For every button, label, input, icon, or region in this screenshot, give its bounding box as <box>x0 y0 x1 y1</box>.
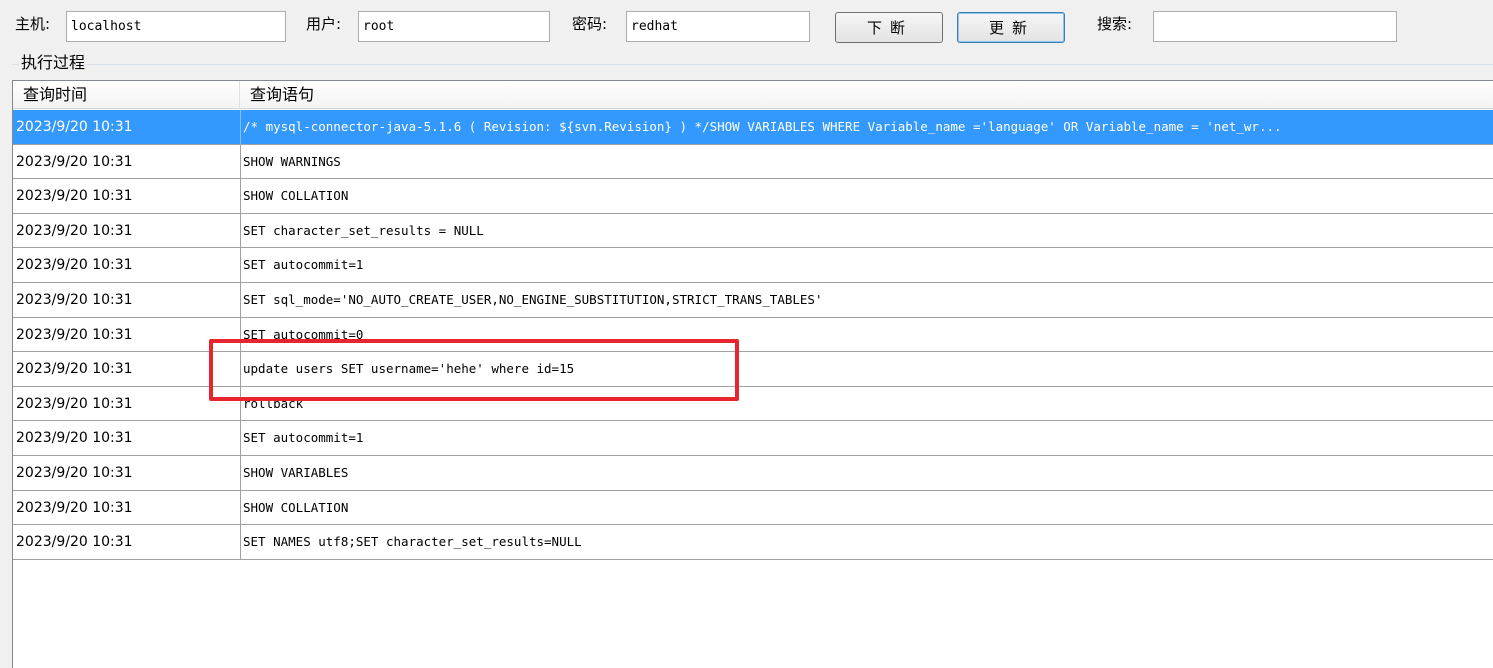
cell-sql: SET sql_mode='NO_AUTO_CREATE_USER,NO_ENG… <box>243 291 823 307</box>
table-row[interactable]: 2023/9/20 10:31 rollback <box>13 386 1493 422</box>
group-title: 执行过程 <box>19 52 88 74</box>
table-row[interactable]: 2023/9/20 10:31 SHOW WARNINGS <box>13 144 1493 180</box>
cell-sql: SHOW COLLATION <box>243 188 349 204</box>
cell-sql: SHOW WARNINGS <box>243 153 341 169</box>
table-row[interactable]: 2023/9/20 10:31 /* mysql-connector-java-5… <box>13 110 1493 145</box>
column-divider <box>240 455 241 491</box>
group-box-border <box>12 64 1493 65</box>
column-divider <box>240 179 241 215</box>
column-header-time[interactable]: 查询时间 <box>13 81 240 109</box>
cell-time: 2023/9/20 10:31 <box>16 430 133 447</box>
table-row[interactable]: 2023/9/20 10:31 SHOW COLLATION <box>13 490 1493 526</box>
column-divider <box>240 490 241 526</box>
cell-time: 2023/9/20 10:31 <box>16 153 133 170</box>
table-row[interactable]: 2023/9/20 10:31 SHOW VARIABLES <box>13 455 1493 491</box>
table-header: 查询时间 查询语句 <box>13 81 1493 109</box>
cell-sql: SHOW VARIABLES <box>243 464 349 480</box>
interrupt-button[interactable]: 下断 <box>835 12 943 43</box>
column-divider <box>240 421 241 457</box>
cell-time: 2023/9/20 10:31 <box>16 464 133 481</box>
column-divider <box>240 282 241 318</box>
cell-sql: SET autocommit=1 <box>243 430 364 446</box>
table-row[interactable]: 2023/9/20 10:31 SET NAMES utf8;SET charac… <box>13 525 1493 561</box>
cell-sql: SHOW COLLATION <box>243 499 349 515</box>
user-label: 用户: <box>306 15 342 33</box>
cell-time: 2023/9/20 10:31 <box>16 119 133 135</box>
cell-sql: update users SET username='hehe' where i… <box>243 361 575 377</box>
table-row[interactable]: 2023/9/20 10:31 update users SET username… <box>13 352 1493 388</box>
cell-time: 2023/9/20 10:31 <box>16 291 133 308</box>
cell-sql: /* mysql-connector-java-5.1.6 ( Revision… <box>243 119 1282 134</box>
column-divider <box>240 248 241 284</box>
refresh-button[interactable]: 更新 <box>957 12 1065 43</box>
host-input[interactable] <box>66 11 286 42</box>
column-divider <box>240 213 241 249</box>
search-label: 搜索: <box>1097 15 1133 33</box>
cell-sql: rollback <box>243 395 304 411</box>
cell-sql: SET autocommit=1 <box>243 257 364 273</box>
cell-time: 2023/9/20 10:31 <box>16 257 133 274</box>
table-row[interactable]: 2023/9/20 10:31 SET autocommit=1 <box>13 421 1493 457</box>
toolbar: 主机: 用户: 密码: 下断 更新 搜索: <box>0 0 1493 46</box>
table-row[interactable]: 2023/9/20 10:31 SHOW COLLATION <box>13 179 1493 215</box>
column-divider <box>240 110 241 145</box>
password-input[interactable] <box>626 11 810 42</box>
cell-sql: SET character_set_results = NULL <box>243 222 484 238</box>
table-row[interactable]: 2023/9/20 10:31 SET autocommit=0 <box>13 317 1493 353</box>
column-divider <box>240 144 241 180</box>
cell-sql: SET autocommit=0 <box>243 326 364 342</box>
table-body: 2023/9/20 10:31 /* mysql-connector-java-5… <box>13 110 1493 561</box>
cell-time: 2023/9/20 10:31 <box>16 534 133 551</box>
column-header-sql[interactable]: 查询语句 <box>240 81 1493 109</box>
password-label: 密码: <box>572 15 608 33</box>
cell-time: 2023/9/20 10:31 <box>16 326 133 343</box>
column-divider <box>240 386 241 422</box>
column-divider <box>240 525 241 561</box>
search-input[interactable] <box>1153 11 1397 42</box>
host-label: 主机: <box>15 15 51 33</box>
table-row[interactable]: 2023/9/20 10:31 SET autocommit=1 <box>13 248 1493 284</box>
cell-time: 2023/9/20 10:31 <box>16 499 133 516</box>
column-divider <box>240 317 241 353</box>
cell-time: 2023/9/20 10:31 <box>16 222 133 239</box>
column-divider <box>240 352 241 388</box>
cell-time: 2023/9/20 10:31 <box>16 395 133 412</box>
table-row[interactable]: 2023/9/20 10:31 SET character_set_results… <box>13 213 1493 249</box>
user-input[interactable] <box>358 11 550 42</box>
table-row[interactable]: 2023/9/20 10:31 SET sql_mode='NO_AUTO_CRE… <box>13 282 1493 318</box>
cell-sql: SET NAMES utf8;SET character_set_results… <box>243 534 582 550</box>
cell-time: 2023/9/20 10:31 <box>16 361 133 378</box>
cell-time: 2023/9/20 10:31 <box>16 188 133 205</box>
query-log-table[interactable]: 查询时间 查询语句 2023/9/20 10:31 /* mysql-connec… <box>12 80 1493 668</box>
